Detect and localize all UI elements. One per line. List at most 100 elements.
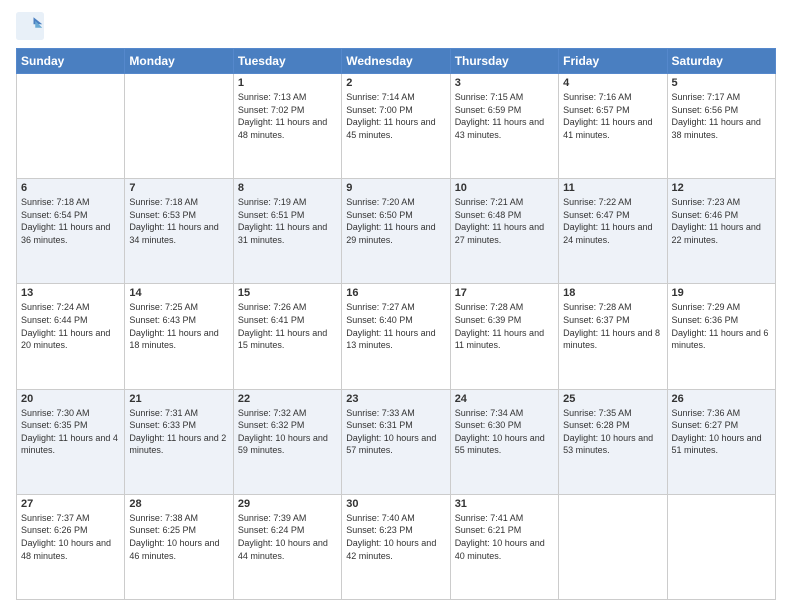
day-info: Sunrise: 7:35 AM Sunset: 6:28 PM Dayligh… [563,407,662,457]
day-number: 28 [129,498,228,510]
weekday-header: Sunday [17,49,125,74]
calendar-cell: 17 Sunrise: 7:28 AM Sunset: 6:39 PM Dayli… [450,284,558,389]
calendar-cell: 18 Sunrise: 7:28 AM Sunset: 6:37 PM Dayli… [559,284,667,389]
day-number: 22 [238,393,337,405]
day-info: Sunrise: 7:29 AM Sunset: 6:36 PM Dayligh… [672,301,771,351]
calendar-table: SundayMondayTuesdayWednesdayThursdayFrid… [16,48,776,600]
day-number: 19 [672,287,771,299]
day-number: 18 [563,287,662,299]
calendar-cell: 29 Sunrise: 7:39 AM Sunset: 6:24 PM Dayli… [233,494,341,599]
calendar-cell: 23Sunrise: 7:33 AM Sunset: 6:31 PM Dayli… [342,389,450,494]
day-number: 26 [672,393,771,405]
day-info: Sunrise: 7:41 AM Sunset: 6:21 PM Dayligh… [455,512,554,562]
calendar-week-row: 27Sunrise: 7:37 AM Sunset: 6:26 PM Dayli… [17,494,776,599]
calendar-cell: 13 Sunrise: 7:24 AM Sunset: 6:44 PM Dayli… [17,284,125,389]
day-number: 5 [672,77,771,89]
calendar-cell: 8 Sunrise: 7:19 AM Sunset: 6:51 PM Daylig… [233,179,341,284]
day-number: 12 [672,182,771,194]
calendar-cell: 26 Sunrise: 7:36 AM Sunset: 6:27 PM Dayli… [667,389,775,494]
day-number: 27 [21,498,120,510]
day-info: Sunrise: 7:33 AM Sunset: 6:31 PM Dayligh… [346,407,445,457]
day-info: Sunrise: 7:14 AM Sunset: 7:00 PM Dayligh… [346,91,445,141]
day-number: 13 [21,287,120,299]
calendar-cell: 22 Sunrise: 7:32 AM Sunset: 6:32 PM Dayli… [233,389,341,494]
calendar-cell [667,494,775,599]
day-info: Sunrise: 7:20 AM Sunset: 6:50 PM Dayligh… [346,196,445,246]
calendar-cell: 9 Sunrise: 7:20 AM Sunset: 6:50 PM Daylig… [342,179,450,284]
day-info: Sunrise: 7:21 AM Sunset: 6:48 PM Dayligh… [455,196,554,246]
day-number: 29 [238,498,337,510]
day-info: Sunrise: 7:13 AM Sunset: 7:02 PM Dayligh… [238,91,337,141]
day-info: Sunrise: 7:40 AM Sunset: 6:23 PM Dayligh… [346,512,445,562]
day-info: Sunrise: 7:19 AM Sunset: 6:51 PM Dayligh… [238,196,337,246]
day-number: 8 [238,182,337,194]
calendar-cell [17,74,125,179]
day-info: Sunrise: 7:32 AM Sunset: 6:32 PM Dayligh… [238,407,337,457]
day-info: Sunrise: 7:34 AM Sunset: 6:30 PM Dayligh… [455,407,554,457]
weekday-header: Thursday [450,49,558,74]
calendar-week-row: 6 Sunrise: 7:18 AM Sunset: 6:54 PM Daylig… [17,179,776,284]
day-info: Sunrise: 7:36 AM Sunset: 6:27 PM Dayligh… [672,407,771,457]
calendar-cell: 15 Sunrise: 7:26 AM Sunset: 6:41 PM Dayli… [233,284,341,389]
day-number: 31 [455,498,554,510]
weekday-header: Friday [559,49,667,74]
calendar-week-row: 13 Sunrise: 7:24 AM Sunset: 6:44 PM Dayli… [17,284,776,389]
day-info: Sunrise: 7:30 AM Sunset: 6:35 PM Dayligh… [21,407,120,457]
day-info: Sunrise: 7:39 AM Sunset: 6:24 PM Dayligh… [238,512,337,562]
day-info: Sunrise: 7:15 AM Sunset: 6:59 PM Dayligh… [455,91,554,141]
day-info: Sunrise: 7:27 AM Sunset: 6:40 PM Dayligh… [346,301,445,351]
calendar-cell [125,74,233,179]
day-info: Sunrise: 7:24 AM Sunset: 6:44 PM Dayligh… [21,301,120,351]
day-number: 16 [346,287,445,299]
day-info: Sunrise: 7:25 AM Sunset: 6:43 PM Dayligh… [129,301,228,351]
calendar-cell: 21 Sunrise: 7:31 AM Sunset: 6:33 PM Dayli… [125,389,233,494]
day-info: Sunrise: 7:18 AM Sunset: 6:53 PM Dayligh… [129,196,228,246]
day-number: 25 [563,393,662,405]
day-number: 2 [346,77,445,89]
calendar-cell: 4Sunrise: 7:16 AM Sunset: 6:57 PM Daylig… [559,74,667,179]
calendar-cell: 5 Sunrise: 7:17 AM Sunset: 6:56 PM Daylig… [667,74,775,179]
calendar-cell: 12 Sunrise: 7:23 AM Sunset: 6:46 PM Dayli… [667,179,775,284]
calendar-cell: 20 Sunrise: 7:30 AM Sunset: 6:35 PM Dayli… [17,389,125,494]
calendar-cell: 10Sunrise: 7:21 AM Sunset: 6:48 PM Dayli… [450,179,558,284]
day-number: 30 [346,498,445,510]
weekday-header: Monday [125,49,233,74]
calendar-cell [559,494,667,599]
calendar-cell: 1 Sunrise: 7:13 AM Sunset: 7:02 PM Daylig… [233,74,341,179]
day-number: 1 [238,77,337,89]
calendar-cell: 7 Sunrise: 7:18 AM Sunset: 6:53 PM Daylig… [125,179,233,284]
day-number: 9 [346,182,445,194]
day-number: 20 [21,393,120,405]
header [16,12,776,40]
day-info: Sunrise: 7:31 AM Sunset: 6:33 PM Dayligh… [129,407,228,457]
day-info: Sunrise: 7:23 AM Sunset: 6:46 PM Dayligh… [672,196,771,246]
logo [16,12,48,40]
day-number: 15 [238,287,337,299]
calendar-cell: 2 Sunrise: 7:14 AM Sunset: 7:00 PM Daylig… [342,74,450,179]
calendar-cell: 25 Sunrise: 7:35 AM Sunset: 6:28 PM Dayli… [559,389,667,494]
day-info: Sunrise: 7:28 AM Sunset: 6:39 PM Dayligh… [455,301,554,351]
day-number: 11 [563,182,662,194]
day-number: 7 [129,182,228,194]
calendar-cell: 27Sunrise: 7:37 AM Sunset: 6:26 PM Dayli… [17,494,125,599]
calendar-cell: 31 Sunrise: 7:41 AM Sunset: 6:21 PM Dayli… [450,494,558,599]
day-number: 3 [455,77,554,89]
day-info: Sunrise: 7:22 AM Sunset: 6:47 PM Dayligh… [563,196,662,246]
calendar-cell: 14Sunrise: 7:25 AM Sunset: 6:43 PM Dayli… [125,284,233,389]
day-info: Sunrise: 7:17 AM Sunset: 6:56 PM Dayligh… [672,91,771,141]
day-number: 6 [21,182,120,194]
day-info: Sunrise: 7:18 AM Sunset: 6:54 PM Dayligh… [21,196,120,246]
calendar-cell: 6 Sunrise: 7:18 AM Sunset: 6:54 PM Daylig… [17,179,125,284]
day-info: Sunrise: 7:26 AM Sunset: 6:41 PM Dayligh… [238,301,337,351]
calendar-cell: 16 Sunrise: 7:27 AM Sunset: 6:40 PM Dayli… [342,284,450,389]
day-info: Sunrise: 7:38 AM Sunset: 6:25 PM Dayligh… [129,512,228,562]
calendar-cell: 28 Sunrise: 7:38 AM Sunset: 6:25 PM Dayli… [125,494,233,599]
day-info: Sunrise: 7:28 AM Sunset: 6:37 PM Dayligh… [563,301,662,351]
calendar-header-row: SundayMondayTuesdayWednesdayThursdayFrid… [17,49,776,74]
calendar-cell: 30 Sunrise: 7:40 AM Sunset: 6:23 PM Dayli… [342,494,450,599]
page: SundayMondayTuesdayWednesdayThursdayFrid… [0,0,792,612]
day-number: 4 [563,77,662,89]
weekday-header: Wednesday [342,49,450,74]
day-number: 21 [129,393,228,405]
day-number: 17 [455,287,554,299]
